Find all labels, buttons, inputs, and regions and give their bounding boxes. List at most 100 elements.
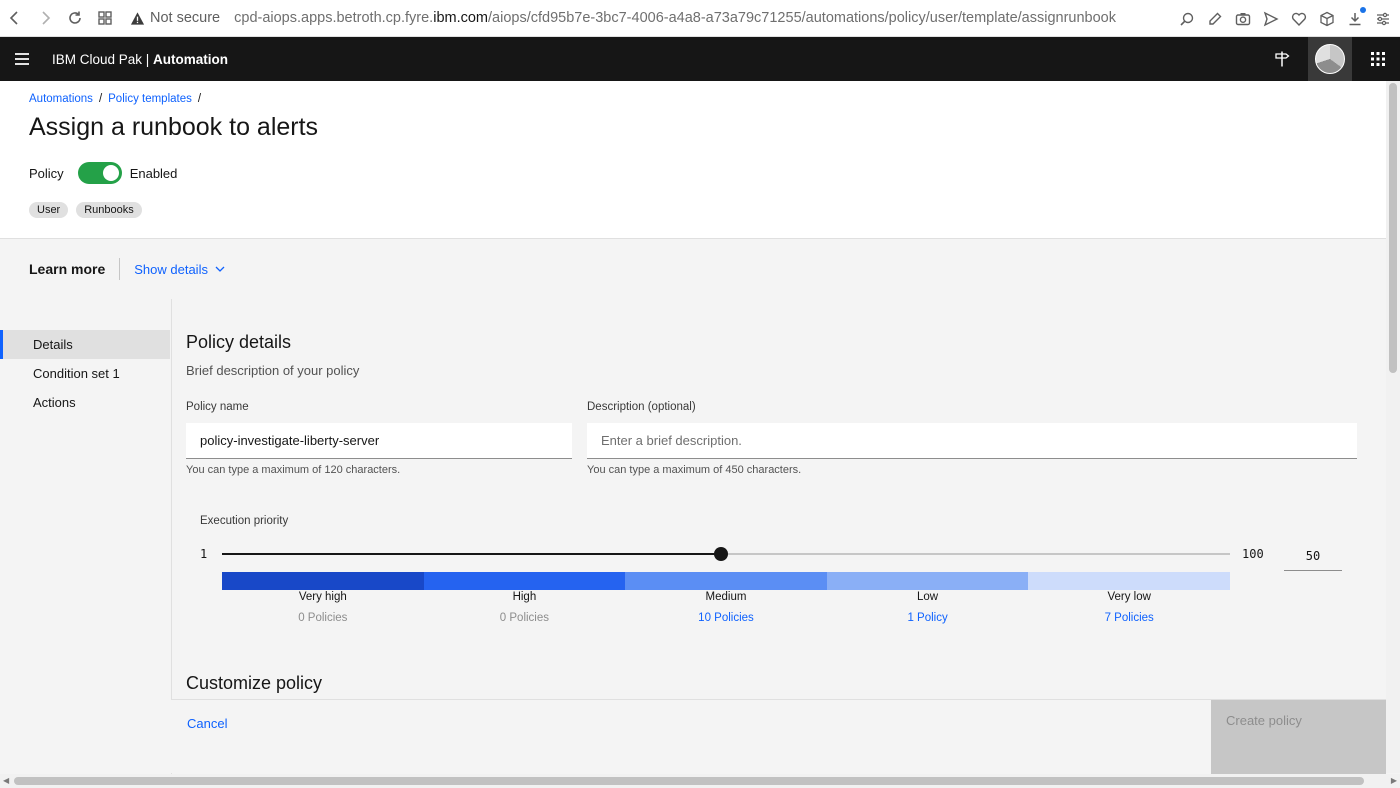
scroll-left-icon[interactable]: ◀ (3, 776, 9, 785)
footer-actions: Cancel Create policy (171, 699, 1386, 774)
band-low (826, 572, 1029, 590)
side-nav: Details Condition set 1 Actions (0, 330, 170, 417)
camera-icon[interactable] (1234, 10, 1252, 28)
side-nav-item-details[interactable]: Details (0, 330, 170, 359)
app-header: IBM Cloud Pak | Automation (0, 37, 1400, 81)
breadcrumb-policy-templates[interactable]: Policy templates (108, 93, 192, 105)
policy-label: Policy (29, 165, 64, 181)
priority-value-input[interactable] (1284, 541, 1342, 571)
url-domain: ibm.com (433, 10, 489, 26)
policy-state-label: Enabled (129, 165, 178, 181)
band-high (423, 572, 626, 590)
band-count-link[interactable]: 10 Policies (625, 612, 827, 624)
address-bar[interactable]: Not secure cpd-aiops.apps.betroth.cp.fyr… (130, 10, 1116, 26)
forward-icon[interactable] (30, 3, 60, 33)
user-avatar-button[interactable] (1308, 37, 1352, 81)
band-column: Very low 7 Policies (1028, 591, 1230, 624)
scrollbar-thumb[interactable] (1389, 83, 1397, 373)
warning-icon (130, 11, 145, 25)
heart-icon[interactable] (1290, 10, 1308, 28)
send-icon[interactable] (1262, 10, 1280, 28)
slider-min-label: 1 (200, 547, 208, 561)
band-column: Medium 10 Policies (625, 591, 827, 624)
show-details-button[interactable]: Show details (134, 262, 226, 277)
breadcrumb-automations[interactable]: Automations (29, 93, 93, 105)
band-column: Low 1 Policy (827, 591, 1029, 624)
breadcrumb-separator: / (197, 93, 202, 105)
back-icon[interactable] (0, 3, 30, 33)
side-nav-item-actions[interactable]: Actions (0, 388, 170, 417)
url-host: cpd-aiops.apps.betroth.cp.fyre. (234, 10, 434, 26)
band-name: Very high (298, 591, 347, 603)
security-warning[interactable]: Not secure (130, 10, 220, 26)
band-name: High (512, 591, 537, 603)
cancel-button[interactable]: Cancel (187, 716, 227, 731)
learn-more-bar: Learn more Show details (0, 239, 1386, 299)
tag-list: User Runbooks (29, 202, 142, 218)
band-medium (625, 572, 827, 590)
description-helper: You can type a maximum of 450 characters… (587, 464, 802, 476)
app-switcher-icon[interactable] (1356, 37, 1400, 81)
avatar (1315, 44, 1345, 74)
vertical-scrollbar[interactable] (1386, 81, 1400, 773)
signpost-icon[interactable] (1260, 37, 1304, 81)
security-label: Not secure (150, 10, 221, 26)
learn-more-title: Learn more (29, 261, 106, 277)
tabs-grid-icon[interactable] (90, 3, 120, 33)
slider-thumb[interactable] (713, 547, 728, 561)
page-header: Automations / Policy templates / Assign … (0, 81, 1386, 239)
download-icon[interactable] (1346, 6, 1366, 28)
band-count-link[interactable]: 7 Policies (1028, 612, 1230, 624)
app-name-product: Automation (153, 51, 229, 67)
band-name: Medium (705, 591, 747, 603)
execution-priority-label: Execution priority (200, 515, 289, 527)
band-name: Very low (1107, 591, 1151, 603)
tag-runbooks: Runbooks (76, 202, 142, 218)
app-name[interactable]: IBM Cloud Pak | Automation (52, 52, 228, 67)
settings-sliders-icon[interactable] (1374, 10, 1392, 28)
band-name: Low (917, 591, 939, 603)
description-input[interactable] (587, 423, 1357, 459)
band-very-low (1028, 572, 1230, 590)
description-label: Description (optional) (587, 401, 696, 413)
priority-slider[interactable] (222, 547, 1230, 561)
band-very-high (222, 572, 424, 590)
section-title: Policy details (186, 332, 292, 352)
search-page-icon[interactable] (1178, 10, 1196, 28)
band-column: Very high 0 Policies (222, 591, 424, 624)
chevron-down-icon (215, 266, 225, 272)
customize-policy-title: Customize policy (186, 673, 323, 693)
show-details-label: Show details (134, 261, 208, 277)
tag-user: User (29, 202, 69, 218)
policy-name-label: Policy name (186, 401, 249, 413)
horizontal-scrollbar[interactable]: ◀ ▶ (0, 774, 1400, 788)
app-name-prefix: IBM Cloud Pak | (52, 51, 154, 67)
breadcrumb: Automations / Policy templates / (29, 93, 201, 105)
reload-icon[interactable] (60, 3, 90, 33)
section-subtitle: Brief description of your policy (186, 363, 360, 378)
divider (119, 258, 121, 280)
url-path: /aiops/cfd95b7e-3bc7-4006-a4a8-a73a79c71… (488, 10, 1116, 26)
policy-status-row: Policy Enabled (29, 162, 177, 184)
policy-name-input[interactable] (186, 423, 572, 459)
band-count: 0 Policies (298, 612, 348, 624)
policy-enabled-toggle[interactable] (77, 162, 122, 184)
browser-toolbar: Not secure cpd-aiops.apps.betroth.cp.fyr… (0, 0, 1400, 37)
scrollbar-thumb[interactable] (14, 777, 1364, 785)
policy-name-helper: You can type a maximum of 120 characters… (186, 464, 401, 476)
breadcrumb-separator: / (98, 93, 103, 105)
band-count: 0 Policies (499, 612, 549, 624)
cube-icon[interactable] (1318, 10, 1336, 28)
menu-icon[interactable] (0, 37, 44, 81)
band-labels: Very high 0 Policies High 0 Policies Med… (222, 591, 1230, 624)
scroll-right-icon[interactable]: ▶ (1391, 776, 1397, 785)
slider-fill (222, 553, 721, 555)
edit-icon[interactable] (1206, 10, 1224, 28)
slider-max-label: 100 (1242, 547, 1264, 561)
band-count-link[interactable]: 1 Policy (827, 612, 1029, 624)
side-nav-item-condition-set-1[interactable]: Condition set 1 (0, 359, 170, 388)
download-badge (1360, 6, 1366, 13)
page-title: Assign a runbook to alerts (29, 113, 319, 141)
create-policy-button[interactable]: Create policy (1211, 700, 1386, 774)
band-column: High 0 Policies (424, 591, 626, 624)
